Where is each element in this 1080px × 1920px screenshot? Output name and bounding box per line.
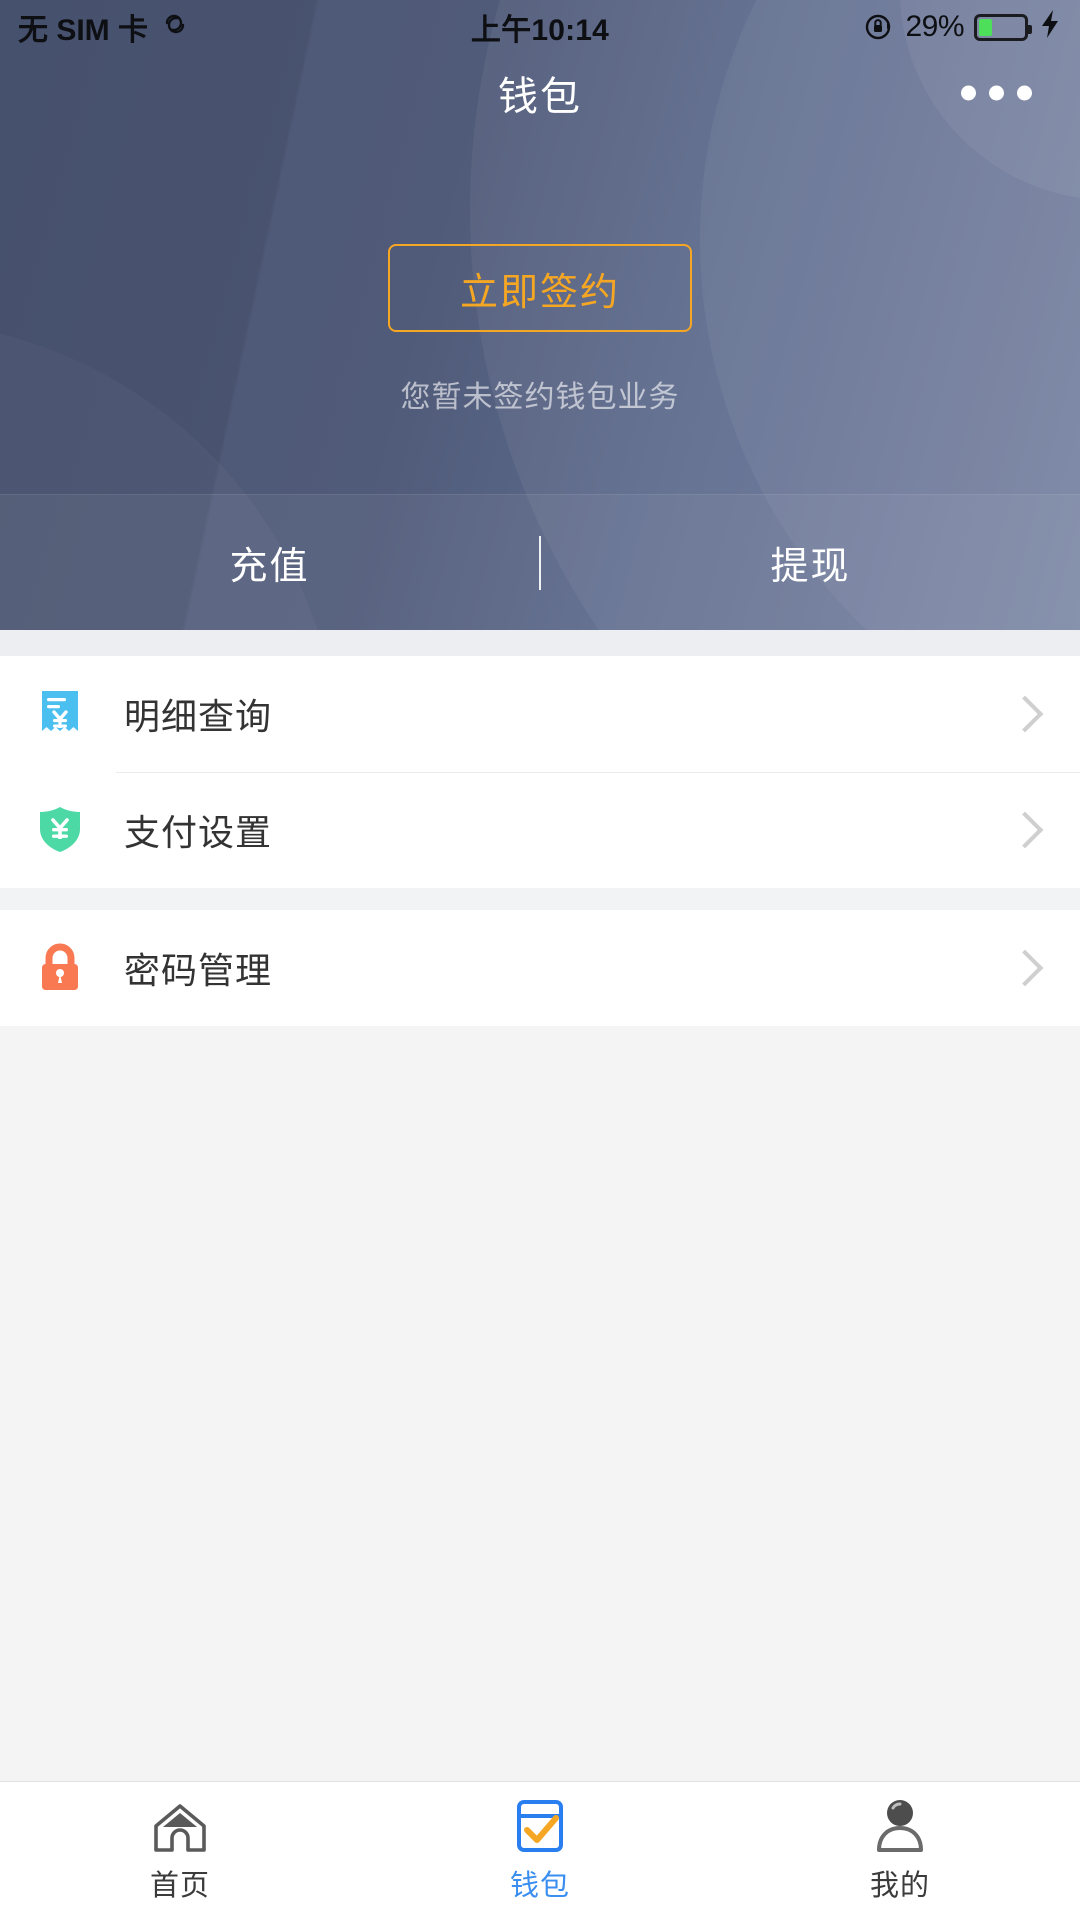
status-bar: 无 SIM 卡 上午10:14 29% [0,0,1080,54]
receipt-yuan-icon [32,686,88,742]
list-group-separator [0,888,1080,910]
list-top-gap [0,630,1080,656]
page-title: 钱包 [498,75,582,119]
nav-label-home: 首页 [149,1870,210,1902]
more-dot-3 [1017,85,1032,101]
home-icon [151,1798,209,1854]
chevron-right-icon [1006,695,1044,733]
nav-item-home[interactable]: 首页 [0,1782,360,1920]
lightning-bolt-icon [1038,8,1062,46]
shield-yuan-icon [32,802,88,858]
list-item-transaction-details[interactable]: 明细查询 [0,656,1080,772]
sign-status-note: 您暂未签约钱包业务 [400,381,680,414]
chevron-right-icon [1006,811,1044,849]
menu-group-2: 密码管理 [0,910,1080,1026]
battery-icon [974,13,1032,41]
status-bar-right: 29% [863,8,1062,46]
tab-withdraw[interactable]: 提现 [541,535,1080,590]
list-item-label: 密码管理 [124,950,273,991]
content-filler [0,1026,1080,1786]
list-item-password-management[interactable]: 密码管理 [0,910,1080,1026]
rotation-lock-icon [863,11,895,43]
list-item-payment-settings[interactable]: 支付设置 [0,772,1080,888]
list-item-label: 支付设置 [124,812,273,853]
chevron-right-icon [1006,949,1044,987]
more-dot-1 [961,85,976,101]
sign-now-button[interactable]: 立即签约 [388,244,692,332]
header-hero: 无 SIM 卡 上午10:14 29% 钱包 立即签约 您暂未签约钱包业务 充值… [0,0,1080,630]
bottom-navigation-bar: 首页 钱包 我的 [0,1781,1080,1920]
nav-item-wallet[interactable]: 钱包 [360,1782,720,1920]
nav-item-profile[interactable]: 我的 [720,1782,1080,1920]
menu-group-1: 明细查询 支付设置 [0,656,1080,888]
wallet-screen: 无 SIM 卡 上午10:14 29% 钱包 立即签约 您暂未签约钱包业务 充值… [0,0,1080,1920]
nav-label-profile: 我的 [869,1870,930,1902]
title-bar: 钱包 [0,54,1080,132]
more-dot-2 [989,85,1004,101]
nav-label-wallet: 钱包 [509,1870,570,1902]
person-icon [872,1798,928,1854]
action-tabs: 充值 提现 [0,494,1080,630]
tab-recharge[interactable]: 充值 [0,535,539,590]
list-item-label: 明细查询 [124,696,273,737]
sign-section: 立即签约 您暂未签约钱包业务 [0,132,1080,416]
wallet-check-icon [513,1798,567,1854]
lock-icon [32,940,88,996]
more-options-icon[interactable] [951,76,1042,111]
battery-percent-label: 29% [905,10,964,43]
